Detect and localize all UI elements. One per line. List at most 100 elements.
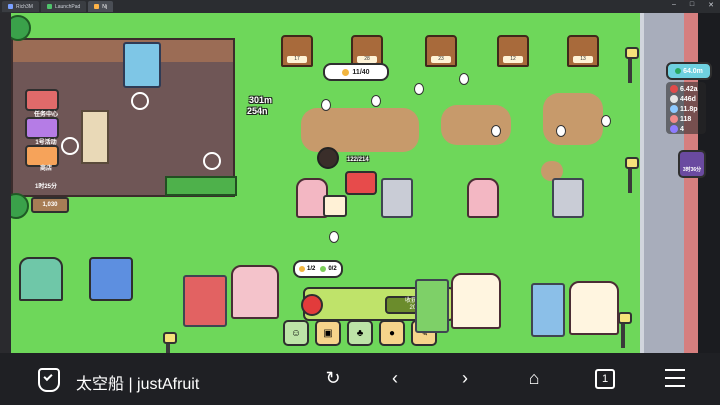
shop-label: 商店 (39, 166, 52, 172)
event-timer: 3时36分 (682, 167, 702, 173)
resource-milk: 446d (670, 94, 696, 104)
juice-machine[interactable] (381, 178, 413, 218)
heart-icon (670, 115, 678, 123)
tab-launchpad[interactable]: LaunchPad (40, 1, 87, 12)
house-blue (89, 257, 133, 301)
customer (414, 83, 424, 95)
crop-stall[interactable]: 12 (497, 35, 529, 67)
event-portrait-button[interactable] (678, 150, 706, 178)
stall-bottom[interactable] (231, 265, 279, 319)
street-lamp (625, 157, 639, 193)
refresh-icon[interactable]: ↻ (322, 367, 344, 389)
float-damage-text: 254n (247, 106, 268, 116)
checkout-table (81, 110, 109, 164)
sushi-icon: ● (388, 327, 396, 339)
seed-icon (299, 266, 305, 272)
resource-apple: 6.42a (670, 84, 698, 94)
fruit-stall[interactable] (467, 178, 499, 218)
street-lamp (163, 332, 177, 353)
action-bar: ☺ ▣ ♣ ● ✎ (283, 320, 437, 346)
maximize-button[interactable]: □ (690, 1, 694, 9)
pet-icon: ☺ (290, 327, 302, 339)
back-icon[interactable]: ‹ (384, 367, 406, 389)
juice-button[interactable]: ♣ (347, 320, 373, 346)
crop-stall[interactable]: 13 (567, 35, 599, 67)
page-title: 太空船 | justAfruit (76, 376, 200, 393)
player-character[interactable] (317, 147, 339, 169)
game-canvas[interactable]: 17 28 23 12 13 11/40 301m 254n 122/214 1… (11, 13, 644, 353)
shield-check-icon[interactable] (38, 368, 60, 392)
dirt-patch (543, 93, 603, 145)
shop-floor-spot (203, 152, 221, 170)
harvest-counter: 11/40 (323, 63, 389, 81)
stall-label: 17 (287, 56, 307, 63)
stall-label: 23 (431, 56, 451, 63)
stall-bottom[interactable] (569, 281, 619, 335)
event-button[interactable] (25, 117, 59, 139)
stall-label: 12 (503, 56, 523, 63)
left-margin (0, 13, 11, 353)
customer (601, 115, 611, 127)
tab-game[interactable]: Nj (88, 1, 113, 12)
forward-icon[interactable]: › (454, 367, 476, 389)
house-teal (19, 257, 63, 301)
box-icon: ▣ (323, 327, 333, 339)
juice-icon: ♣ (356, 327, 364, 339)
browser-tab-bar: Rich3M LaunchPad Nj – □ ✕ (0, 0, 720, 13)
fridge (123, 42, 161, 88)
customer (321, 99, 331, 111)
crystal-icon (670, 125, 678, 133)
close-button[interactable]: ✕ (708, 1, 714, 9)
juice-machine[interactable] (552, 178, 584, 218)
stall-label: 13 (573, 56, 593, 63)
tab-favicon-icon (46, 4, 52, 9)
float-damage-text: 301m (249, 95, 273, 105)
customer (556, 125, 566, 137)
gem-counter[interactable]: 64.0m (666, 62, 712, 80)
juicer-green[interactable] (415, 279, 449, 333)
tab-favicon-icon (94, 4, 100, 9)
customer (329, 231, 339, 243)
ice-icon (670, 105, 678, 113)
juicer-red[interactable] (183, 275, 227, 327)
street-lamp (625, 47, 639, 83)
crop-stall[interactable]: 23 (425, 35, 457, 67)
apple-icon (670, 85, 678, 93)
stall-bottom[interactable] (451, 273, 501, 329)
street-lamp (618, 312, 632, 348)
stall-label: 28 (357, 56, 377, 63)
apple-icon (301, 294, 323, 316)
minimize-button[interactable]: – (672, 1, 676, 9)
gem-icon (675, 68, 682, 74)
price-box: 1,030 (31, 197, 69, 213)
sign-post (323, 195, 347, 217)
tab-rich3m[interactable]: Rich3M (2, 1, 39, 12)
milk-icon (670, 95, 678, 103)
player-counter: 122/214 (347, 157, 369, 163)
window-controls: – □ ✕ (672, 1, 714, 9)
crate-row (165, 176, 237, 196)
customer (459, 73, 469, 85)
dirt-patch (301, 108, 419, 152)
seed-icon (320, 266, 327, 272)
home-icon[interactable]: ⌂ (523, 367, 545, 389)
pet-button[interactable]: ☺ (283, 320, 309, 346)
shop-floor-spot (131, 92, 149, 110)
sushi-button[interactable]: ● (379, 320, 405, 346)
dirt-patch (441, 105, 511, 145)
red-cart[interactable] (345, 171, 377, 195)
tab-favicon-icon (8, 4, 13, 9)
inventory-counter: 1/2 0/2 (293, 260, 343, 278)
customer (371, 95, 381, 107)
box-button[interactable]: ▣ (315, 320, 341, 346)
tabs-icon[interactable]: 1 (595, 369, 615, 389)
crop-stall[interactable]: 17 (281, 35, 313, 67)
menu-icon[interactable] (665, 369, 685, 387)
juicer-blue[interactable] (531, 283, 565, 337)
resource-crystal: 4 (670, 124, 684, 134)
fruit-icon (342, 68, 350, 76)
resource-ice: 11.8p (670, 104, 698, 114)
resource-heart: 118 (670, 114, 691, 124)
timer-label: 1时25分 (34, 184, 57, 190)
task-center-button[interactable] (25, 89, 59, 111)
